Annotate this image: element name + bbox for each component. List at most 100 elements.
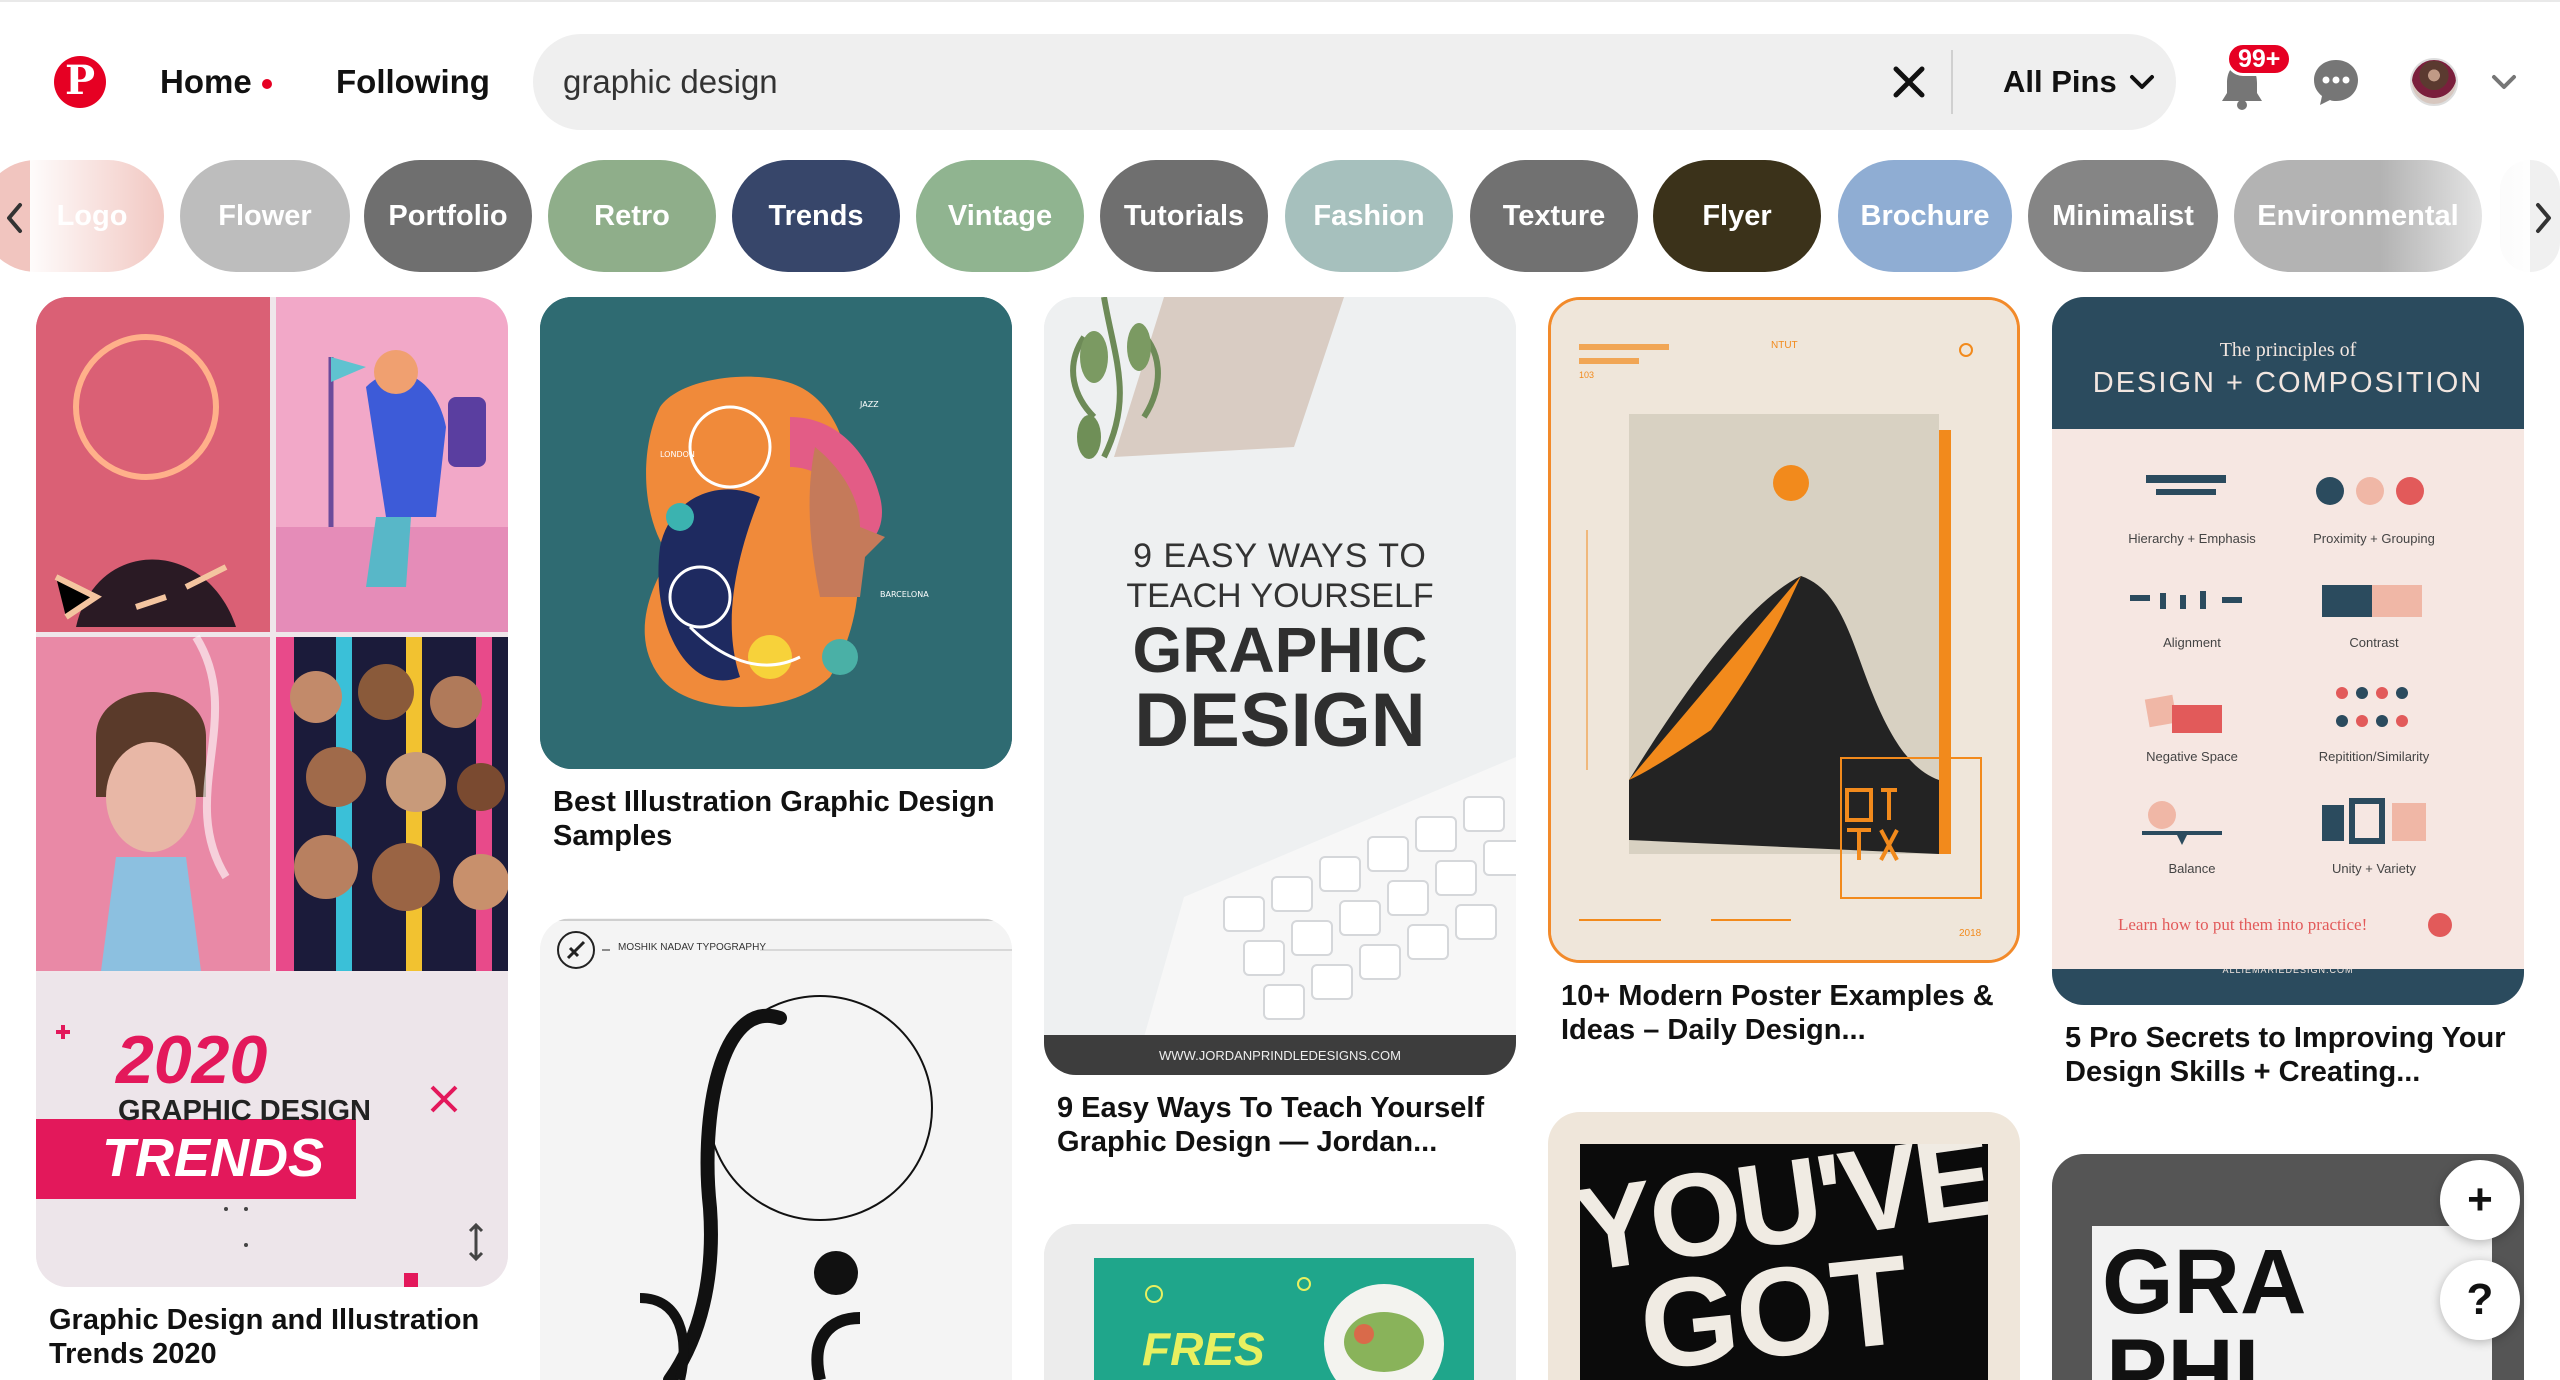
principle-contrast: Contrast [2349,635,2399,650]
avatar[interactable] [2410,58,2458,106]
nav-home-label: Home [160,63,252,100]
chip-environmental[interactable]: Environmental [2234,160,2482,272]
trends-year: 2020 [116,1022,268,1098]
fresh-word: FRES [1142,1323,1265,1375]
pin-title[interactable]: 5 Pro Secrets to Improving Your Design S… [2065,1021,2515,1089]
pin-image[interactable]: The principles of DESIGN + COMPOSITION H… [2052,297,2524,1005]
chat-bubble-icon [2314,60,2358,105]
trends-subtitle: GRAPHIC DESIGN [118,1095,371,1127]
close-icon [1893,66,1925,98]
graphic-line1: GRA [2102,1231,2307,1333]
chip-tutorials[interactable]: Tutorials [1100,160,1268,272]
chip-vintage[interactable]: Vintage [916,160,1084,272]
search-filter-dropdown[interactable]: All Pins [2003,58,2155,106]
chip-brochure[interactable]: Brochure [1838,160,2012,272]
scroll-left-button[interactable] [0,198,30,238]
chevron-right-icon [2536,203,2551,233]
principles-cta: Learn how to put them into practice! [2118,915,2368,934]
youve-line2: GOT [1633,1228,1914,1380]
category-chips: Logo Flower Portfolio Retro Trends Vinta… [0,160,2560,276]
pin-image[interactable]: NTUT 103 2018 [1548,297,2020,963]
trends-word: TRENDS [102,1128,325,1188]
chip-trends[interactable]: Trends [732,160,900,272]
chip-retro[interactable]: Retro [548,160,716,272]
pinterest-logo-icon[interactable]: P [54,56,106,108]
graphic-line2: PHI [2106,1321,2260,1380]
teach-line3: GRAPHIC [1132,614,1428,686]
chip-flower[interactable]: Flower [180,160,350,272]
create-pin-button[interactable]: + [2440,1160,2520,1240]
principle-unity: Unity + Variety [2332,861,2416,876]
principle-negative-space: Negative Space [2146,749,2238,764]
top-divider [0,0,2560,2]
principles-url: ALLIEMARIEDESIGN.COM [2222,965,2354,975]
typography-letter-image [540,918,1012,1380]
pin-youve-got[interactable]: YOU'VE GOT [1548,1112,2020,1380]
search-filter-label: All Pins [2003,64,2117,99]
search-bar: All Pins [533,34,2176,130]
svg-text:BARCELONA: BARCELONA [880,590,929,599]
pin-title[interactable]: Best Illustration Graphic Design Samples [553,785,1003,853]
graphic-print-paper: GRA PHI [2092,1226,2492,1380]
pin-trends-2020[interactable]: 2020 GRAPHIC DESIGN TRENDS Graphic Desig… [36,297,508,1380]
principle-proximity: Proximity + Grouping [2313,531,2435,546]
youve-got-poster: YOU'VE GOT [1580,1144,1988,1380]
nav-home[interactable]: Home [160,60,272,104]
teach-url: WWW.JORDANPRINDLEDESIGNS.COM [1159,1048,1401,1063]
principle-alignment: Alignment [2163,635,2221,650]
typography-caption: MOSHIK NADAV TYPOGRAPHY [618,942,766,953]
principle-balance: Balance [2168,861,2216,876]
chevron-down-icon [2129,75,2154,89]
pin-image[interactable]: LONDON JAZZ BARCELONA [540,297,1012,769]
search-divider [1951,50,1953,114]
chevron-left-icon [7,203,22,233]
mountain-poster-image [1551,300,2017,960]
pin-image[interactable]: 9 EASY WAYS TO TEACH YOURSELF GRAPHIC DE… [1044,297,1516,1075]
pin-fresh[interactable]: FRES [1044,1224,1516,1380]
illustration-woman-image: LONDON JAZZ BARCELONA [540,297,1012,769]
search-input[interactable] [563,56,1863,108]
principle-hierarchy: Hierarchy + Emphasis [2128,531,2256,546]
teach-line2: TEACH YOURSELF [1126,577,1434,615]
pin-modern-poster[interactable]: NTUT 103 2018 10+ Modern Poster Examples… [1548,297,2020,1057]
poster-school: NTUT [1771,340,1798,351]
chip-minimalist[interactable]: Minimalist [2028,160,2218,272]
teach-line1: 9 EASY WAYS TO [1133,537,1427,575]
chip-flyer[interactable]: Flyer [1653,160,1821,272]
pin-typography[interactable]: MOSHIK NADAV TYPOGRAPHY [540,918,1012,1380]
plus-icon: + [2467,1175,2493,1224]
pin-title[interactable]: 10+ Modern Poster Examples & Ideas – Dai… [1561,979,2011,1047]
svg-text:JAZZ: JAZZ [859,400,879,409]
pin-image[interactable]: YOU'VE GOT [1548,1112,2020,1380]
pin-image[interactable]: FRES [1044,1224,1516,1380]
messages-button[interactable] [2306,52,2366,112]
top-bar: P Home Following All Pins 99+ [0,0,2560,150]
chevron-down-icon [2492,75,2516,89]
nav-following[interactable]: Following [336,60,490,104]
pin-title[interactable]: 9 Easy Ways To Teach Yourself Graphic De… [1057,1091,1507,1159]
pin-design-principles[interactable]: The principles of DESIGN + COMPOSITION H… [2052,297,2524,1097]
fresh-website-image [1044,1224,1516,1380]
new-content-dot [261,79,272,89]
pin-illustration-samples[interactable]: LONDON JAZZ BARCELONA Best Illustration … [540,297,1012,852]
poster-code: 103 [1579,370,1595,380]
principles-diagram-icons [2052,475,2524,1005]
question-icon: ? [2466,1275,2494,1324]
pin-image[interactable]: MOSHIK NADAV TYPOGRAPHY [540,918,1012,1380]
scroll-right-button[interactable] [2528,198,2558,238]
principle-repetition: Repitition/Similarity [2318,749,2430,764]
chip-portfolio[interactable]: Portfolio [364,160,532,272]
svg-text:LONDON: LONDON [660,450,695,459]
notifications-badge: 99+ [2226,42,2293,76]
clear-search-button[interactable] [1885,58,1933,106]
account-menu-button[interactable] [2486,64,2522,100]
pin-image[interactable]: 2020 GRAPHIC DESIGN TRENDS [36,297,508,1287]
help-button[interactable]: ? [2440,1260,2520,1340]
chip-fashion[interactable]: Fashion [1285,160,1453,272]
pin-title[interactable]: Graphic Design and Illustration Trends 2… [49,1303,499,1371]
pin-teach-yourself[interactable]: 9 EASY WAYS TO TEACH YOURSELF GRAPHIC DE… [1044,297,1516,1177]
teach-line4: DESIGN [1134,678,1426,763]
nav-following-label: Following [336,63,490,100]
chip-texture[interactable]: Texture [1470,160,1638,272]
poster-year: 2018 [1959,928,1982,939]
